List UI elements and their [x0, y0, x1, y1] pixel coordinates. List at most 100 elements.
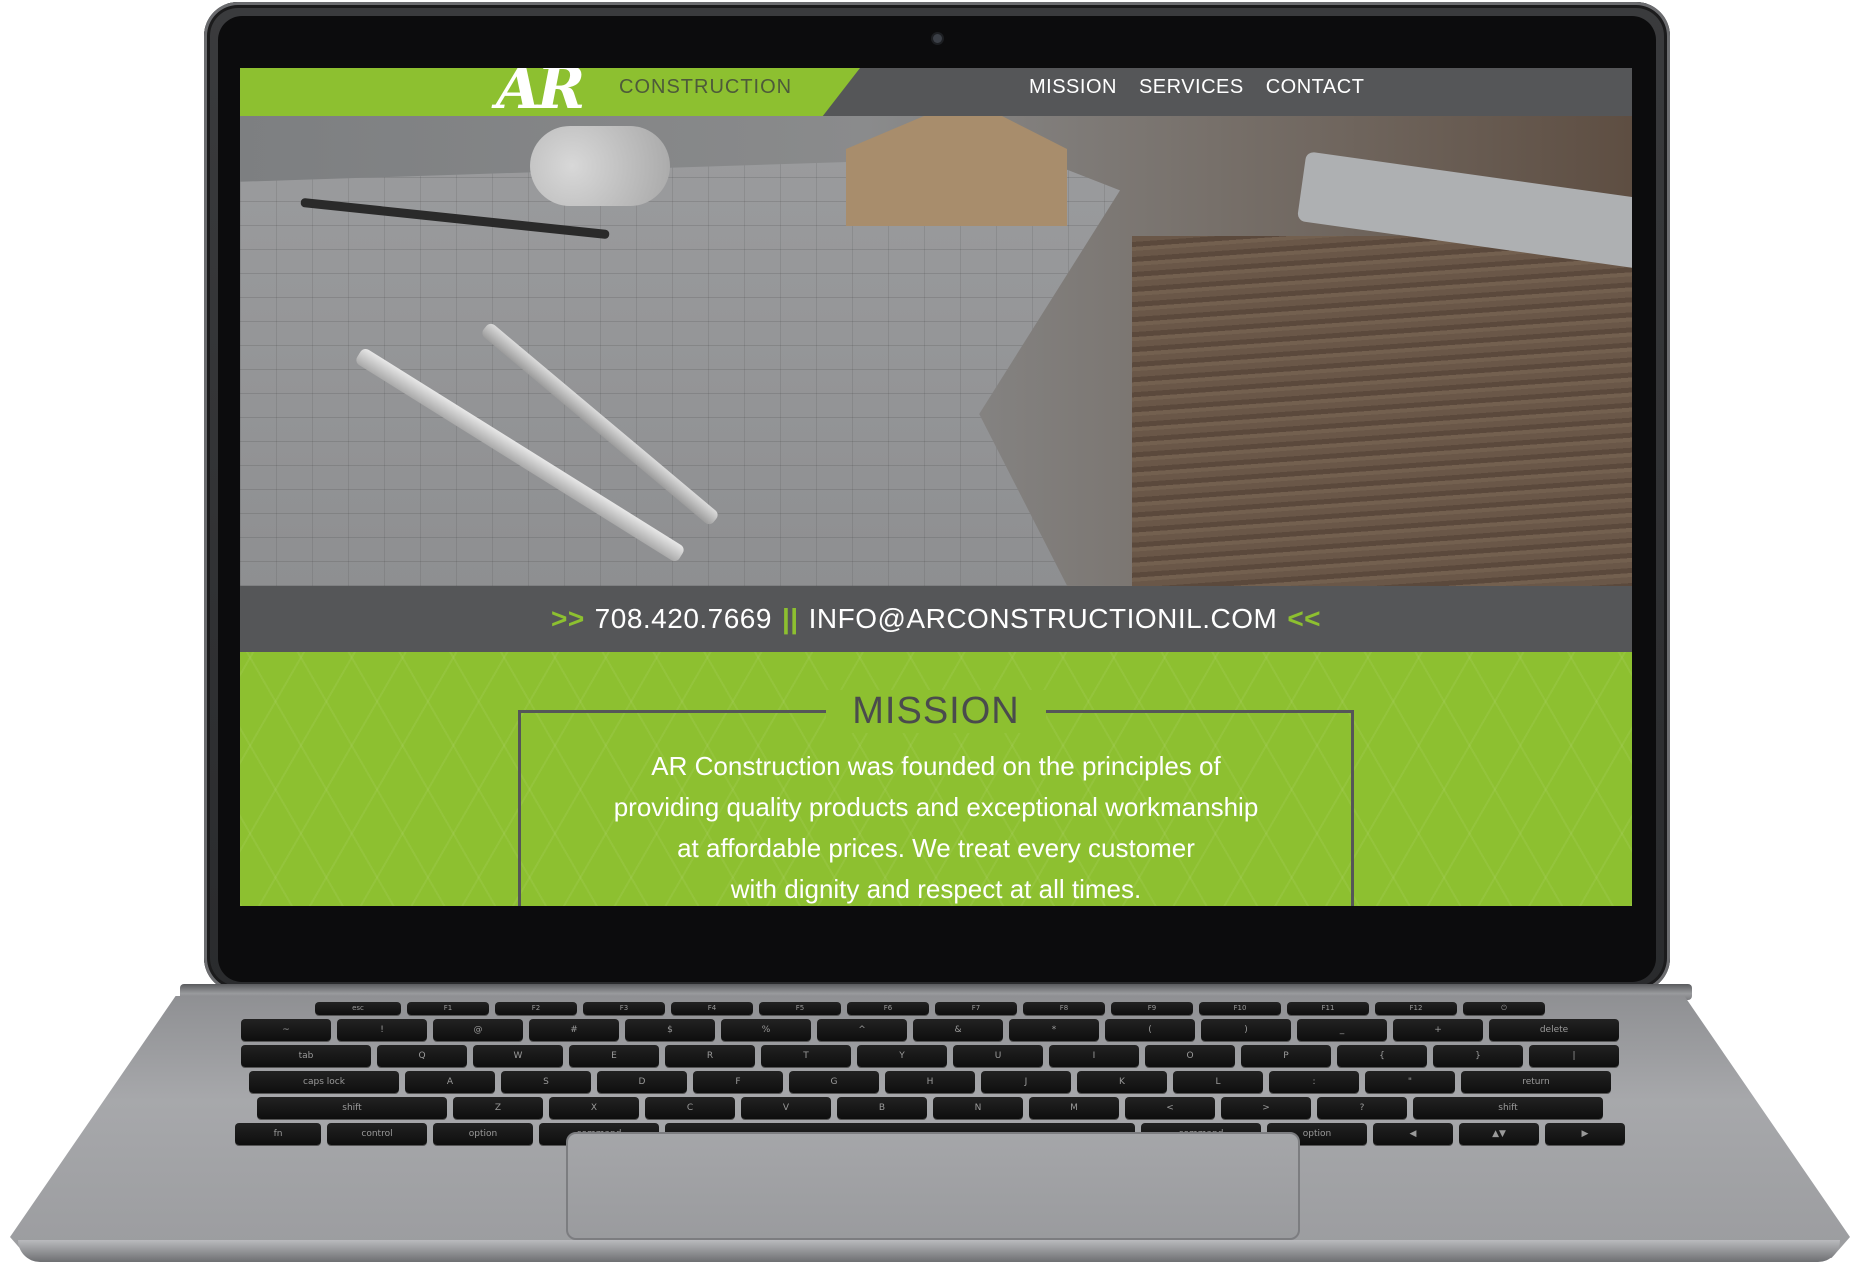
hero-image — [240, 116, 1632, 586]
key[interactable]: R — [665, 1045, 755, 1067]
key[interactable]: F8 — [1023, 1002, 1105, 1015]
key[interactable]: F — [693, 1071, 783, 1093]
key[interactable]: | — [1529, 1045, 1619, 1067]
keyboard-row-numbers: ~ ! @ # $ % ^ & * ( ) _ + delete — [170, 1019, 1690, 1041]
key[interactable]: G — [789, 1071, 879, 1093]
key[interactable]: ( — [1105, 1019, 1195, 1041]
right-arrows: << — [1287, 603, 1322, 634]
nav-services[interactable]: SERVICES — [1139, 76, 1244, 99]
mission-line: AR Construction was founded on the princ… — [651, 751, 1221, 781]
wood-table — [1132, 236, 1632, 586]
arrow-right-icon[interactable]: ▶ — [1545, 1123, 1625, 1145]
key[interactable]: E — [569, 1045, 659, 1067]
key[interactable]: O — [1145, 1045, 1235, 1067]
keyboard: esc F1 F2 F3 F4 F5 F6 F7 F8 F9 F10 F11 F… — [170, 1002, 1690, 1145]
key[interactable]: : — [1269, 1071, 1359, 1093]
email-link[interactable]: INFO@ARCONSTRUCTIONIL.COM — [809, 603, 1278, 635]
key[interactable]: < — [1125, 1097, 1215, 1119]
fn-key[interactable]: fn — [235, 1123, 321, 1145]
key[interactable]: F7 — [935, 1002, 1017, 1015]
key[interactable]: U — [953, 1045, 1043, 1067]
return-key[interactable]: return — [1461, 1071, 1611, 1093]
key[interactable]: T — [761, 1045, 851, 1067]
key[interactable]: * — [1009, 1019, 1099, 1041]
contact-bar: >> 708.420.7669 || INFO@ARCONSTRUCTIONIL… — [240, 586, 1632, 652]
option-key[interactable]: option — [433, 1123, 533, 1145]
key[interactable]: I — [1049, 1045, 1139, 1067]
caps-lock-key[interactable]: caps lock — [249, 1071, 399, 1093]
key[interactable]: @ — [433, 1019, 523, 1041]
key[interactable]: ~ — [241, 1019, 331, 1041]
nav-contact[interactable]: CONTACT — [1266, 76, 1365, 99]
key[interactable]: M — [1029, 1097, 1119, 1119]
key[interactable]: C — [645, 1097, 735, 1119]
key[interactable]: K — [1077, 1071, 1167, 1093]
nav-mission[interactable]: MISSION — [1029, 76, 1117, 99]
mission-title: MISSION — [826, 690, 1046, 733]
tab-key[interactable]: tab — [241, 1045, 371, 1067]
key[interactable]: F10 — [1199, 1002, 1281, 1015]
key[interactable]: A — [405, 1071, 495, 1093]
key[interactable]: P — [1241, 1045, 1331, 1067]
key[interactable]: Q — [377, 1045, 467, 1067]
delete-key[interactable]: delete — [1489, 1019, 1619, 1041]
key[interactable]: ^ — [817, 1019, 907, 1041]
arrow-left-icon[interactable]: ◀ — [1373, 1123, 1453, 1145]
control-key[interactable]: control — [327, 1123, 427, 1145]
arrow-up-down-icon[interactable]: ▲▼ — [1459, 1123, 1539, 1145]
key[interactable]: > — [1221, 1097, 1311, 1119]
key[interactable]: F5 — [759, 1002, 841, 1015]
keyboard-row-qwerty: tab Q W E R T Y U I O P { } | — [170, 1045, 1690, 1067]
key[interactable]: + — [1393, 1019, 1483, 1041]
webcam-icon — [933, 34, 942, 43]
mission-section: MISSION AR Construction was founded on t… — [240, 652, 1632, 906]
key[interactable]: B — [837, 1097, 927, 1119]
key[interactable]: F6 — [847, 1002, 929, 1015]
shift-key[interactable]: shift — [1413, 1097, 1603, 1119]
keyboard-row-shift: shift Z X C V B N M < > ? shift — [170, 1097, 1690, 1119]
key[interactable]: D — [597, 1071, 687, 1093]
key[interactable]: V — [741, 1097, 831, 1119]
key[interactable]: ) — [1201, 1019, 1291, 1041]
key[interactable]: & — [913, 1019, 1003, 1041]
left-arrows: >> — [550, 603, 585, 634]
phone-link[interactable]: 708.420.7669 — [595, 603, 772, 635]
key[interactable]: F9 — [1111, 1002, 1193, 1015]
key[interactable]: % — [721, 1019, 811, 1041]
key[interactable]: # — [529, 1019, 619, 1041]
key[interactable]: F2 — [495, 1002, 577, 1015]
key[interactable]: X — [549, 1097, 639, 1119]
key[interactable]: " — [1365, 1071, 1455, 1093]
laptop-base-lip — [18, 1240, 1840, 1262]
logo-mark[interactable]: AR — [496, 68, 585, 122]
trackpad[interactable] — [566, 1132, 1300, 1240]
key[interactable]: F1 — [407, 1002, 489, 1015]
key[interactable]: Y — [857, 1045, 947, 1067]
key[interactable]: _ — [1297, 1019, 1387, 1041]
key[interactable]: ? — [1317, 1097, 1407, 1119]
key[interactable]: esc — [315, 1002, 401, 1015]
key[interactable]: $ — [625, 1019, 715, 1041]
keyboard-row-function: esc F1 F2 F3 F4 F5 F6 F7 F8 F9 F10 F11 F… — [170, 1002, 1690, 1015]
logo-text[interactable]: CONSTRUCTION — [619, 76, 792, 99]
power-icon[interactable]: ⏻ — [1463, 1002, 1545, 1015]
key[interactable]: J — [981, 1071, 1071, 1093]
key[interactable]: S — [501, 1071, 591, 1093]
key[interactable]: F4 — [671, 1002, 753, 1015]
key[interactable]: ! — [337, 1019, 427, 1041]
key[interactable]: H — [885, 1071, 975, 1093]
shift-key[interactable]: shift — [257, 1097, 447, 1119]
key[interactable]: F3 — [583, 1002, 665, 1015]
key[interactable]: N — [933, 1097, 1023, 1119]
key[interactable]: L — [1173, 1071, 1263, 1093]
key[interactable]: { — [1337, 1045, 1427, 1067]
key[interactable]: W — [473, 1045, 563, 1067]
main-nav: MISSION SERVICES CONTACT — [1029, 76, 1364, 99]
key[interactable]: } — [1433, 1045, 1523, 1067]
keyboard-row-home: caps lock A S D F G H J K L : " return — [170, 1071, 1690, 1093]
key[interactable]: Z — [453, 1097, 543, 1119]
blueprint-roll — [530, 126, 670, 206]
key[interactable]: F12 — [1375, 1002, 1457, 1015]
key[interactable]: F11 — [1287, 1002, 1369, 1015]
laptop-screen: AR CONSTRUCTION MISSION SERVICES CONTACT… — [240, 68, 1632, 906]
